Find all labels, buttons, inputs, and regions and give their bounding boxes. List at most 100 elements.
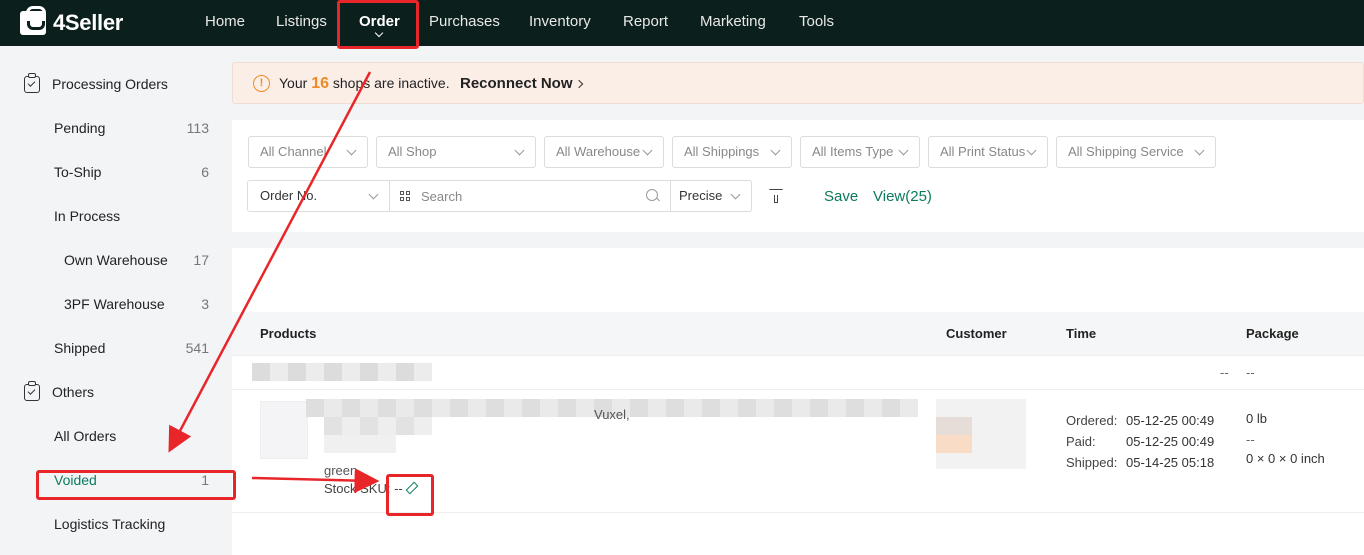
sidebar-count-3pf-warehouse: 3: [201, 296, 209, 312]
shipping-service-select[interactable]: All Shipping Service: [1056, 136, 1216, 168]
time-shipped-label: Shipped:: [1066, 455, 1118, 470]
order-search-group: Order No. Precise: [247, 180, 752, 212]
sidebar-item-pending[interactable]: Pending: [54, 118, 105, 138]
chevron-down-icon: [770, 145, 781, 156]
chevron-down-icon: [642, 145, 653, 156]
warning-icon: !: [253, 75, 270, 92]
match-mode-select[interactable]: Precise: [671, 181, 751, 211]
shipping-service-select-value: All Shipping Service: [1068, 144, 1184, 159]
table-row[interactable]: Vuxel, green Stock SKU: -- Ordered: 05-1…: [232, 391, 1364, 513]
product-thumbnail[interactable]: [260, 401, 308, 459]
sidebar-item-shipped[interactable]: Shipped: [54, 338, 105, 358]
chevron-down-icon: [375, 28, 384, 38]
sidebar-item-all-orders[interactable]: All Orders: [54, 426, 116, 446]
column-header-package: Package: [1246, 326, 1299, 341]
warehouse-select[interactable]: All Warehouse: [544, 136, 664, 168]
channel-select-value: All Channel: [260, 144, 327, 159]
sidebar-item-to-ship[interactable]: To-Ship: [54, 162, 101, 182]
sidebar-group-label: Others: [52, 384, 95, 400]
package-weight: 0 lb: [1246, 411, 1267, 426]
sidebar-group-label: Processing Orders: [52, 76, 168, 92]
shippings-select[interactable]: All Shippings: [672, 136, 792, 168]
time-ordered-label: Ordered:: [1066, 413, 1118, 428]
chevron-right-icon: [574, 79, 583, 89]
redacted-customer-info: [936, 417, 972, 435]
nav-order[interactable]: Order: [359, 0, 400, 46]
search-input[interactable]: [421, 182, 641, 210]
time-shipped-value: 05-14-25 05:18: [1126, 455, 1215, 470]
column-header-customer: Customer: [946, 326, 1007, 341]
shop-select[interactable]: All Shop: [376, 136, 536, 168]
chevron-down-icon: [514, 145, 525, 156]
nav-purchases[interactable]: Purchases: [429, 0, 500, 46]
nav-home[interactable]: Home: [205, 0, 245, 46]
sidebar-count-shipped: 541: [185, 340, 209, 356]
chevron-down-icon: [898, 145, 909, 156]
inactive-shops-banner: ! Your 16 shops are inactive. Reconnect …: [232, 62, 1364, 104]
print-status-select-value: All Print Status: [940, 144, 1026, 159]
nav-inventory[interactable]: Inventory: [529, 0, 591, 46]
sidebar-count-pending: 113: [186, 120, 209, 136]
time-paid-label: Paid:: [1066, 434, 1096, 449]
brand-logo[interactable]: 4Seller: [20, 6, 124, 36]
sidebar-count-to-ship: 6: [201, 164, 209, 180]
column-header-time: Time: [1066, 326, 1097, 341]
banner-count: 16: [311, 75, 329, 92]
chevron-down-icon: [368, 189, 379, 200]
orders-table-panel: Products Customer Time Package -- -- Vux…: [232, 248, 1364, 555]
time-ordered-value: 05-12-25 00:49: [1126, 413, 1215, 428]
sidebar-count-own-warehouse: 17: [193, 252, 209, 268]
redacted-order-info: [252, 363, 432, 381]
shippings-select-value: All Shippings: [684, 144, 760, 159]
nav-listings[interactable]: Listings: [276, 0, 327, 46]
table-header: Products Customer Time Package: [232, 312, 1364, 356]
package-dash: --: [1246, 432, 1255, 447]
print-status-select[interactable]: All Print Status: [928, 136, 1048, 168]
sidebar-item-logistics-tracking[interactable]: Logistics Tracking: [54, 514, 165, 534]
search-field-select[interactable]: Order No.: [248, 181, 389, 211]
sidebar-item-own-warehouse[interactable]: Own Warehouse: [64, 250, 168, 270]
top-nav-bar: 4Seller Home Listings Order Purchases In…: [0, 0, 1364, 46]
items-type-select[interactable]: All Items Type: [800, 136, 920, 168]
chevron-down-icon: [730, 189, 741, 200]
sidebar-item-in-process[interactable]: In Process: [54, 206, 120, 226]
chevron-down-icon: [346, 145, 357, 156]
package-dimensions: 0 × 0 × 0 inch: [1246, 451, 1325, 466]
banner-message: Your 16 shops are inactive.: [279, 75, 450, 93]
redacted-product-detail: [324, 435, 396, 453]
save-view-button[interactable]: Save: [824, 188, 858, 205]
product-title-fragment: Vuxel,: [594, 407, 630, 422]
match-mode-value: Precise: [679, 188, 723, 203]
search-field-value: Order No.: [260, 188, 318, 203]
chevron-down-icon: [1026, 145, 1037, 156]
search-icon[interactable]: [646, 189, 658, 201]
reconnect-now-link[interactable]: Reconnect Now: [460, 75, 583, 92]
clipboard-check-icon: [24, 380, 40, 401]
nav-marketing[interactable]: Marketing: [700, 0, 766, 46]
divider: [389, 181, 390, 211]
channel-select[interactable]: All Channel: [248, 136, 368, 168]
order-group-row: -- --: [232, 356, 1364, 390]
sidebar-item-voided[interactable]: Voided: [54, 470, 97, 490]
reconnect-now-label: Reconnect Now: [460, 75, 573, 92]
clipboard-check-icon: [24, 72, 40, 93]
nav-report[interactable]: Report: [623, 0, 668, 46]
filter-panel: All Channel All Shop All Warehouse All S…: [232, 120, 1364, 232]
sidebar-group-processing-orders[interactable]: Processing Orders: [24, 72, 168, 94]
nav-tools[interactable]: Tools: [799, 0, 834, 46]
filter-icon[interactable]: [769, 189, 783, 203]
redacted-customer-info: [936, 435, 972, 453]
warehouse-select-value: All Warehouse: [556, 144, 641, 159]
sidebar-group-others[interactable]: Others: [24, 380, 95, 402]
banner-prefix: Your: [279, 75, 312, 91]
grid-icon: [400, 191, 411, 202]
saved-views-button[interactable]: View(25): [873, 188, 932, 205]
shopping-bag-icon: [20, 6, 46, 35]
sidebar-item-3pf-warehouse[interactable]: 3PF Warehouse: [64, 294, 165, 314]
stock-sku: Stock SKU: --: [324, 481, 403, 496]
edit-stock-sku-icon[interactable]: [406, 483, 416, 493]
sidebar: Processing Orders Pending 113 To-Ship 6 …: [0, 46, 232, 555]
sidebar-count-voided: 1: [201, 472, 209, 488]
brand-name: 4Seller: [53, 10, 124, 35]
nav-order-label: Order: [359, 13, 400, 30]
